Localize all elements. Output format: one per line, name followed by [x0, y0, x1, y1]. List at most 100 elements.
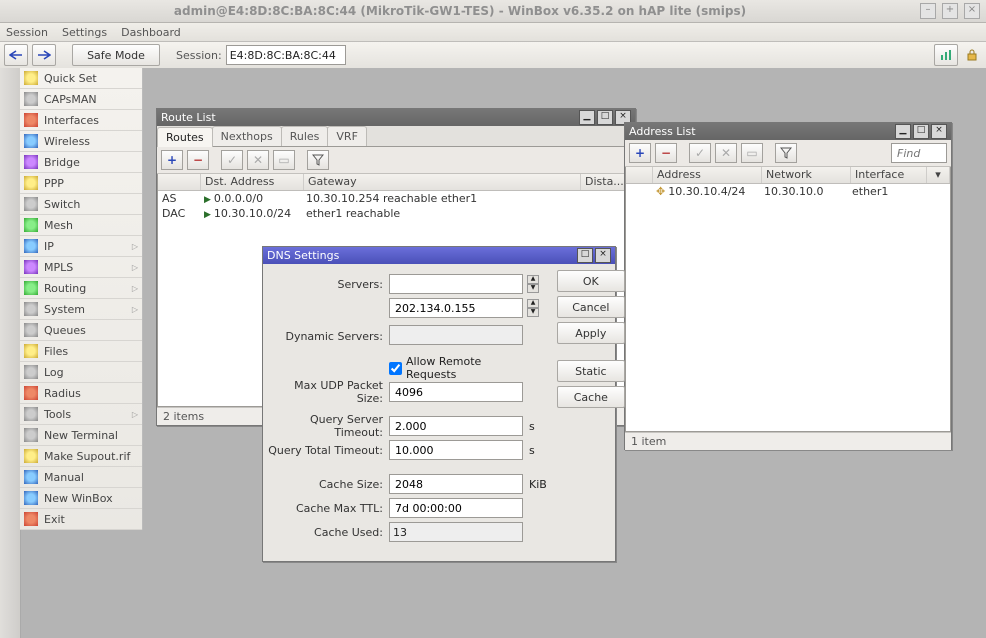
window-minimize-icon[interactable]: ▁ — [579, 110, 595, 125]
sidebar-item-label: Mesh — [44, 219, 73, 232]
add-button[interactable]: + — [629, 143, 651, 163]
remove-button[interactable]: − — [655, 143, 677, 163]
route-row[interactable]: DAC▶10.30.10.0/24ether1 reachable — [158, 206, 634, 221]
disable-button[interactable]: ✕ — [715, 143, 737, 163]
remove-button[interactable]: − — [187, 150, 209, 170]
comment-button[interactable]: ▭ — [741, 143, 763, 163]
sidebar-item-exit[interactable]: Exit — [20, 509, 142, 530]
address-list-caption[interactable]: Address List ▁ □ × — [625, 123, 951, 140]
add-button[interactable]: + — [161, 150, 183, 170]
menu-dashboard[interactable]: Dashboard — [121, 26, 181, 39]
col-address[interactable]: Address — [653, 167, 762, 183]
query-total-timeout-input[interactable] — [389, 440, 523, 460]
dynamic-servers-label: Dynamic Servers: — [267, 330, 389, 343]
menu-item-icon — [24, 176, 38, 190]
menu-settings[interactable]: Settings — [62, 26, 107, 39]
sidebar-item-ip[interactable]: IP▷ — [20, 236, 142, 257]
filter-button[interactable] — [307, 150, 329, 170]
col-dst-address[interactable]: Dst. Address — [201, 174, 304, 190]
redo-button[interactable] — [32, 44, 56, 66]
col-flags[interactable] — [158, 174, 201, 190]
sidebar-item-mesh[interactable]: Mesh — [20, 215, 142, 236]
sidebar-item-queues[interactable]: Queues — [20, 320, 142, 341]
sidebar-item-interfaces[interactable]: Interfaces — [20, 110, 142, 131]
minimize-button[interactable]: – — [920, 3, 936, 19]
sidebar-item-capsman[interactable]: CAPsMAN — [20, 89, 142, 110]
menu-item-icon — [24, 92, 38, 106]
address-row[interactable]: ✥10.30.10.4/2410.30.10.0ether1 — [626, 184, 950, 199]
sidebar-item-manual[interactable]: Manual — [20, 467, 142, 488]
filter-button[interactable] — [775, 143, 797, 163]
ok-button[interactable]: OK — [557, 270, 625, 292]
server1-input[interactable] — [389, 274, 523, 294]
allow-remote-checkbox[interactable] — [389, 362, 402, 375]
sidebar-handle[interactable]: RouterOS WinBox — [0, 68, 21, 638]
static-button[interactable]: Static — [557, 360, 625, 382]
apply-button[interactable]: Apply — [557, 322, 625, 344]
col-network[interactable]: Network — [762, 167, 851, 183]
enable-button[interactable]: ✓ — [689, 143, 711, 163]
server1-spinner[interactable]: ▲▼ — [527, 275, 539, 293]
menu-item-icon — [24, 386, 38, 400]
find-input[interactable] — [891, 143, 947, 163]
comment-button[interactable]: ▭ — [273, 150, 295, 170]
sidebar-item-quick-set[interactable]: Quick Set — [20, 68, 142, 89]
window-close-icon[interactable]: × — [595, 248, 611, 263]
col-flags[interactable] — [626, 167, 653, 183]
sidebar-item-switch[interactable]: Switch — [20, 194, 142, 215]
dns-settings-caption[interactable]: DNS Settings □ × — [263, 247, 615, 264]
safe-mode-button[interactable]: Safe Mode — [72, 44, 160, 66]
window-maximize-icon[interactable]: □ — [913, 124, 929, 139]
session-label: Session: — [176, 49, 222, 62]
disable-button[interactable]: ✕ — [247, 150, 269, 170]
sidebar-item-routing[interactable]: Routing▷ — [20, 278, 142, 299]
enable-button[interactable]: ✓ — [221, 150, 243, 170]
tab-rules[interactable]: Rules — [281, 126, 329, 146]
sidebar-item-new-winbox[interactable]: New WinBox — [20, 488, 142, 509]
tab-routes[interactable]: Routes — [157, 127, 213, 147]
sidebar-item-new-terminal[interactable]: New Terminal — [20, 425, 142, 446]
cache-max-ttl-input[interactable] — [389, 498, 523, 518]
menu-session[interactable]: Session — [6, 26, 48, 39]
sidebar-item-make-supout-rif[interactable]: Make Supout.rif — [20, 446, 142, 467]
tab-vrf[interactable]: VRF — [327, 126, 367, 146]
tab-nexthops[interactable]: Nexthops — [212, 126, 282, 146]
sidebar-item-label: Make Supout.rif — [44, 450, 130, 463]
window-maximize-icon[interactable]: □ — [577, 248, 593, 263]
menu-item-icon — [24, 323, 38, 337]
max-udp-input[interactable] — [389, 382, 523, 402]
server2-spinner[interactable]: ▲▼ — [527, 299, 539, 317]
cache-size-input[interactable] — [389, 474, 523, 494]
window-maximize-icon[interactable]: □ — [597, 110, 613, 125]
sidebar-item-label: CAPsMAN — [44, 93, 97, 106]
dns-settings-window[interactable]: DNS Settings □ × Servers: ▲▼ ▲▼ — [262, 246, 616, 562]
col-gateway[interactable]: Gateway — [304, 174, 581, 190]
route-row[interactable]: AS▶0.0.0.0/010.30.10.254 reachable ether… — [158, 191, 634, 206]
col-interface[interactable]: Interface — [851, 167, 927, 183]
sidebar-item-tools[interactable]: Tools▷ — [20, 404, 142, 425]
session-field[interactable]: E4:8D:8C:BA:8C:44 — [226, 45, 346, 65]
dashboard-indicator-button[interactable] — [934, 44, 958, 66]
sidebar-item-ppp[interactable]: PPP — [20, 173, 142, 194]
address-list-window[interactable]: Address List ▁ □ × + − ✓ ✕ ▭ Address — [624, 122, 952, 450]
close-button[interactable]: × — [964, 3, 980, 19]
sidebar-item-files[interactable]: Files — [20, 341, 142, 362]
col-picker[interactable]: ▾ — [927, 167, 950, 183]
window-close-icon[interactable]: × — [931, 124, 947, 139]
sidebar-item-log[interactable]: Log — [20, 362, 142, 383]
query-server-timeout-input[interactable] — [389, 416, 523, 436]
sidebar-item-bridge[interactable]: Bridge — [20, 152, 142, 173]
sidebar-item-mpls[interactable]: MPLS▷ — [20, 257, 142, 278]
window-minimize-icon[interactable]: ▁ — [895, 124, 911, 139]
sidebar-item-wireless[interactable]: Wireless — [20, 131, 142, 152]
cache-button[interactable]: Cache — [557, 386, 625, 408]
cancel-button[interactable]: Cancel — [557, 296, 625, 318]
undo-button[interactable] — [4, 44, 28, 66]
server2-input[interactable] — [389, 298, 523, 318]
address-grid[interactable]: Address Network Interface ▾ ✥10.30.10.4/… — [625, 167, 951, 432]
route-list-caption[interactable]: Route List ▁ □ × — [157, 109, 635, 126]
sidebar-item-system[interactable]: System▷ — [20, 299, 142, 320]
maximize-button[interactable]: + — [942, 3, 958, 19]
sidebar-item-radius[interactable]: Radius — [20, 383, 142, 404]
submenu-arrow-icon: ▷ — [132, 242, 138, 251]
